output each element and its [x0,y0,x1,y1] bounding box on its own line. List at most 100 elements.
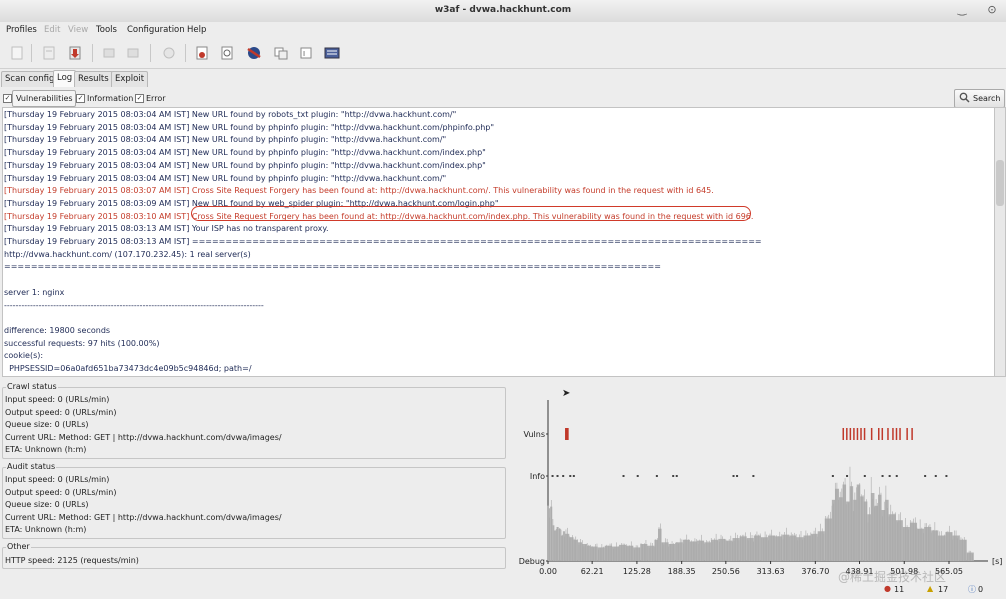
stop-icon[interactable] [160,44,178,62]
log-line: [Thursday 19 February 2015 08:03:04 AM I… [4,174,446,184]
log-line: ========================================… [4,262,661,272]
vuln-mark [878,428,880,440]
delete-profile-icon[interactable] [66,44,84,62]
info-mark [896,475,898,477]
info-mark [889,475,891,477]
x-tick-label: 250.56 [712,567,740,576]
status-bar: ● 11 ▲ 17 ⓘ 0 [880,583,1006,597]
close-button[interactable]: ⊙ [985,3,999,17]
log-line: [Thursday 19 February 2015 08:03:04 AM I… [4,123,494,133]
crawl-output-speed: Output speed: 0 (URLs/min) [5,408,116,417]
y-tick-label: Vulns [524,430,545,439]
highlight-annotation [191,206,751,221]
http-speed: HTTP speed: 2125 (requests/min) [5,556,139,565]
vuln-mark [887,428,889,440]
menu-tools[interactable]: Tools [96,25,117,35]
debug-bar [563,531,565,561]
log-line: cookie(s): [4,351,43,361]
crawl-status-panel: Crawl status Input speed: 0 (URLs/min) O… [2,387,506,459]
x-tick-label: 376.70 [801,567,829,576]
toolbar-separator [150,44,151,62]
log-line: server 1: nginx [4,288,64,298]
minimize-button[interactable]: ‿ [955,3,969,17]
crawl-queue-size: Queue size: 0 (URLs) [5,420,89,429]
debug-bar [578,542,582,561]
debug-bar [658,529,662,561]
vuln-mark [892,428,894,440]
error-count: 11 [894,585,904,594]
error-checkbox[interactable]: ✓ [135,94,144,103]
debug-bar [917,529,924,561]
toolbar: I [0,38,1006,69]
info-mark [552,475,554,477]
log-line: [Thursday 19 February 2015 08:03:13 AM I… [4,224,329,234]
info-mark [569,475,571,477]
export-request-icon[interactable] [272,44,290,62]
crawl-input-speed: Input speed: 0 (URLs/min) [5,395,109,404]
warning-count-icon: ▲ [927,584,933,593]
search-label: Search [973,94,1000,103]
log-line: [Thursday 19 February 2015 08:03:04 AM I… [4,110,456,120]
audit-eta: ETA: Unknown (h:m) [5,525,86,534]
scrollbar-thumb[interactable] [996,160,1004,206]
watermark-text: @稀土掘金技术社区 [838,568,946,585]
encode-decode-icon[interactable] [246,44,264,62]
tab-log[interactable]: Log [53,70,76,87]
menu-configuration[interactable]: Configuration [127,25,185,35]
toolbar-separator [31,44,32,62]
log-line: [Thursday 19 February 2015 08:03:13 AM I… [4,237,762,247]
window-title: w3af - dvwa.hackhunt.com [0,5,1006,15]
x-tick-label: 313.63 [757,567,785,576]
save-profile-icon[interactable] [40,44,58,62]
scan-timeline-graph: VulnsInfoDebug0.0062.21125.28188.35250.5… [514,380,1006,597]
proxy-icon[interactable] [323,44,341,62]
fuzzy-request-icon[interactable] [218,44,236,62]
search-button[interactable]: Search [954,89,1005,108]
toolbar-separator [185,44,186,62]
vuln-mark [864,428,866,440]
tab-scan-config[interactable]: Scan config [1,71,58,87]
vuln-mark [896,428,898,440]
tab-results[interactable]: Results [74,71,113,87]
audit-status-panel: Audit status Input speed: 0 (URLs/min) O… [2,467,506,539]
log-text-view[interactable]: [Thursday 19 February 2015 08:03:04 AM I… [2,107,996,377]
title-bar: w3af - dvwa.hackhunt.com ‿ ⊙ [0,0,1006,23]
info-mark [656,475,658,477]
info-mark [935,475,937,477]
log-line: [Thursday 19 February 2015 08:03:04 AM I… [4,161,486,171]
debug-bar [591,547,598,561]
menu-view[interactable]: View [68,25,88,35]
menu-help[interactable]: Help [187,25,206,35]
pause-icon[interactable] [124,44,142,62]
vuln-mark [567,428,569,440]
other-title: Other [6,542,31,551]
graph-svg: VulnsInfoDebug0.0062.21125.28188.35250.5… [514,380,1006,597]
menu-profiles[interactable]: Profiles [6,25,37,35]
debug-bar [733,538,740,561]
tab-exploit[interactable]: Exploit [111,71,148,87]
x-tick-label: 188.35 [668,567,696,576]
mouse-cursor: ➤ [562,388,570,399]
info-mark [924,475,926,477]
crawl-status-title: Crawl status [6,382,58,391]
menu-bar: Profiles Edit View Tools Configuration H… [0,22,1006,38]
warning-count: 17 [938,585,948,594]
audit-current-url: Current URL: Method: GET | http://dvwa.h… [5,513,282,522]
vuln-mark [857,428,859,440]
x-tick-label: 0.00 [539,567,557,576]
vuln-mark [853,428,855,440]
new-profile-icon[interactable] [8,44,26,62]
manual-request-icon[interactable] [193,44,211,62]
vuln-mark [911,428,913,440]
information-checkbox[interactable]: ✓ [76,94,85,103]
compare-icon[interactable]: I [297,44,315,62]
log-line: successful requests: 97 hits (100.00%) [4,339,159,349]
start-icon[interactable] [100,44,118,62]
menu-edit[interactable]: Edit [44,25,60,35]
vuln-mark [846,428,848,440]
vulnerabilities-checkbox[interactable]: ✓ [3,94,12,103]
vulnerabilities-label: Vulnerabilities [16,94,73,103]
info-mark [733,475,735,477]
log-scrollbar[interactable] [994,107,1006,377]
log-line: [Thursday 19 February 2015 08:03:07 AM I… [4,186,714,196]
